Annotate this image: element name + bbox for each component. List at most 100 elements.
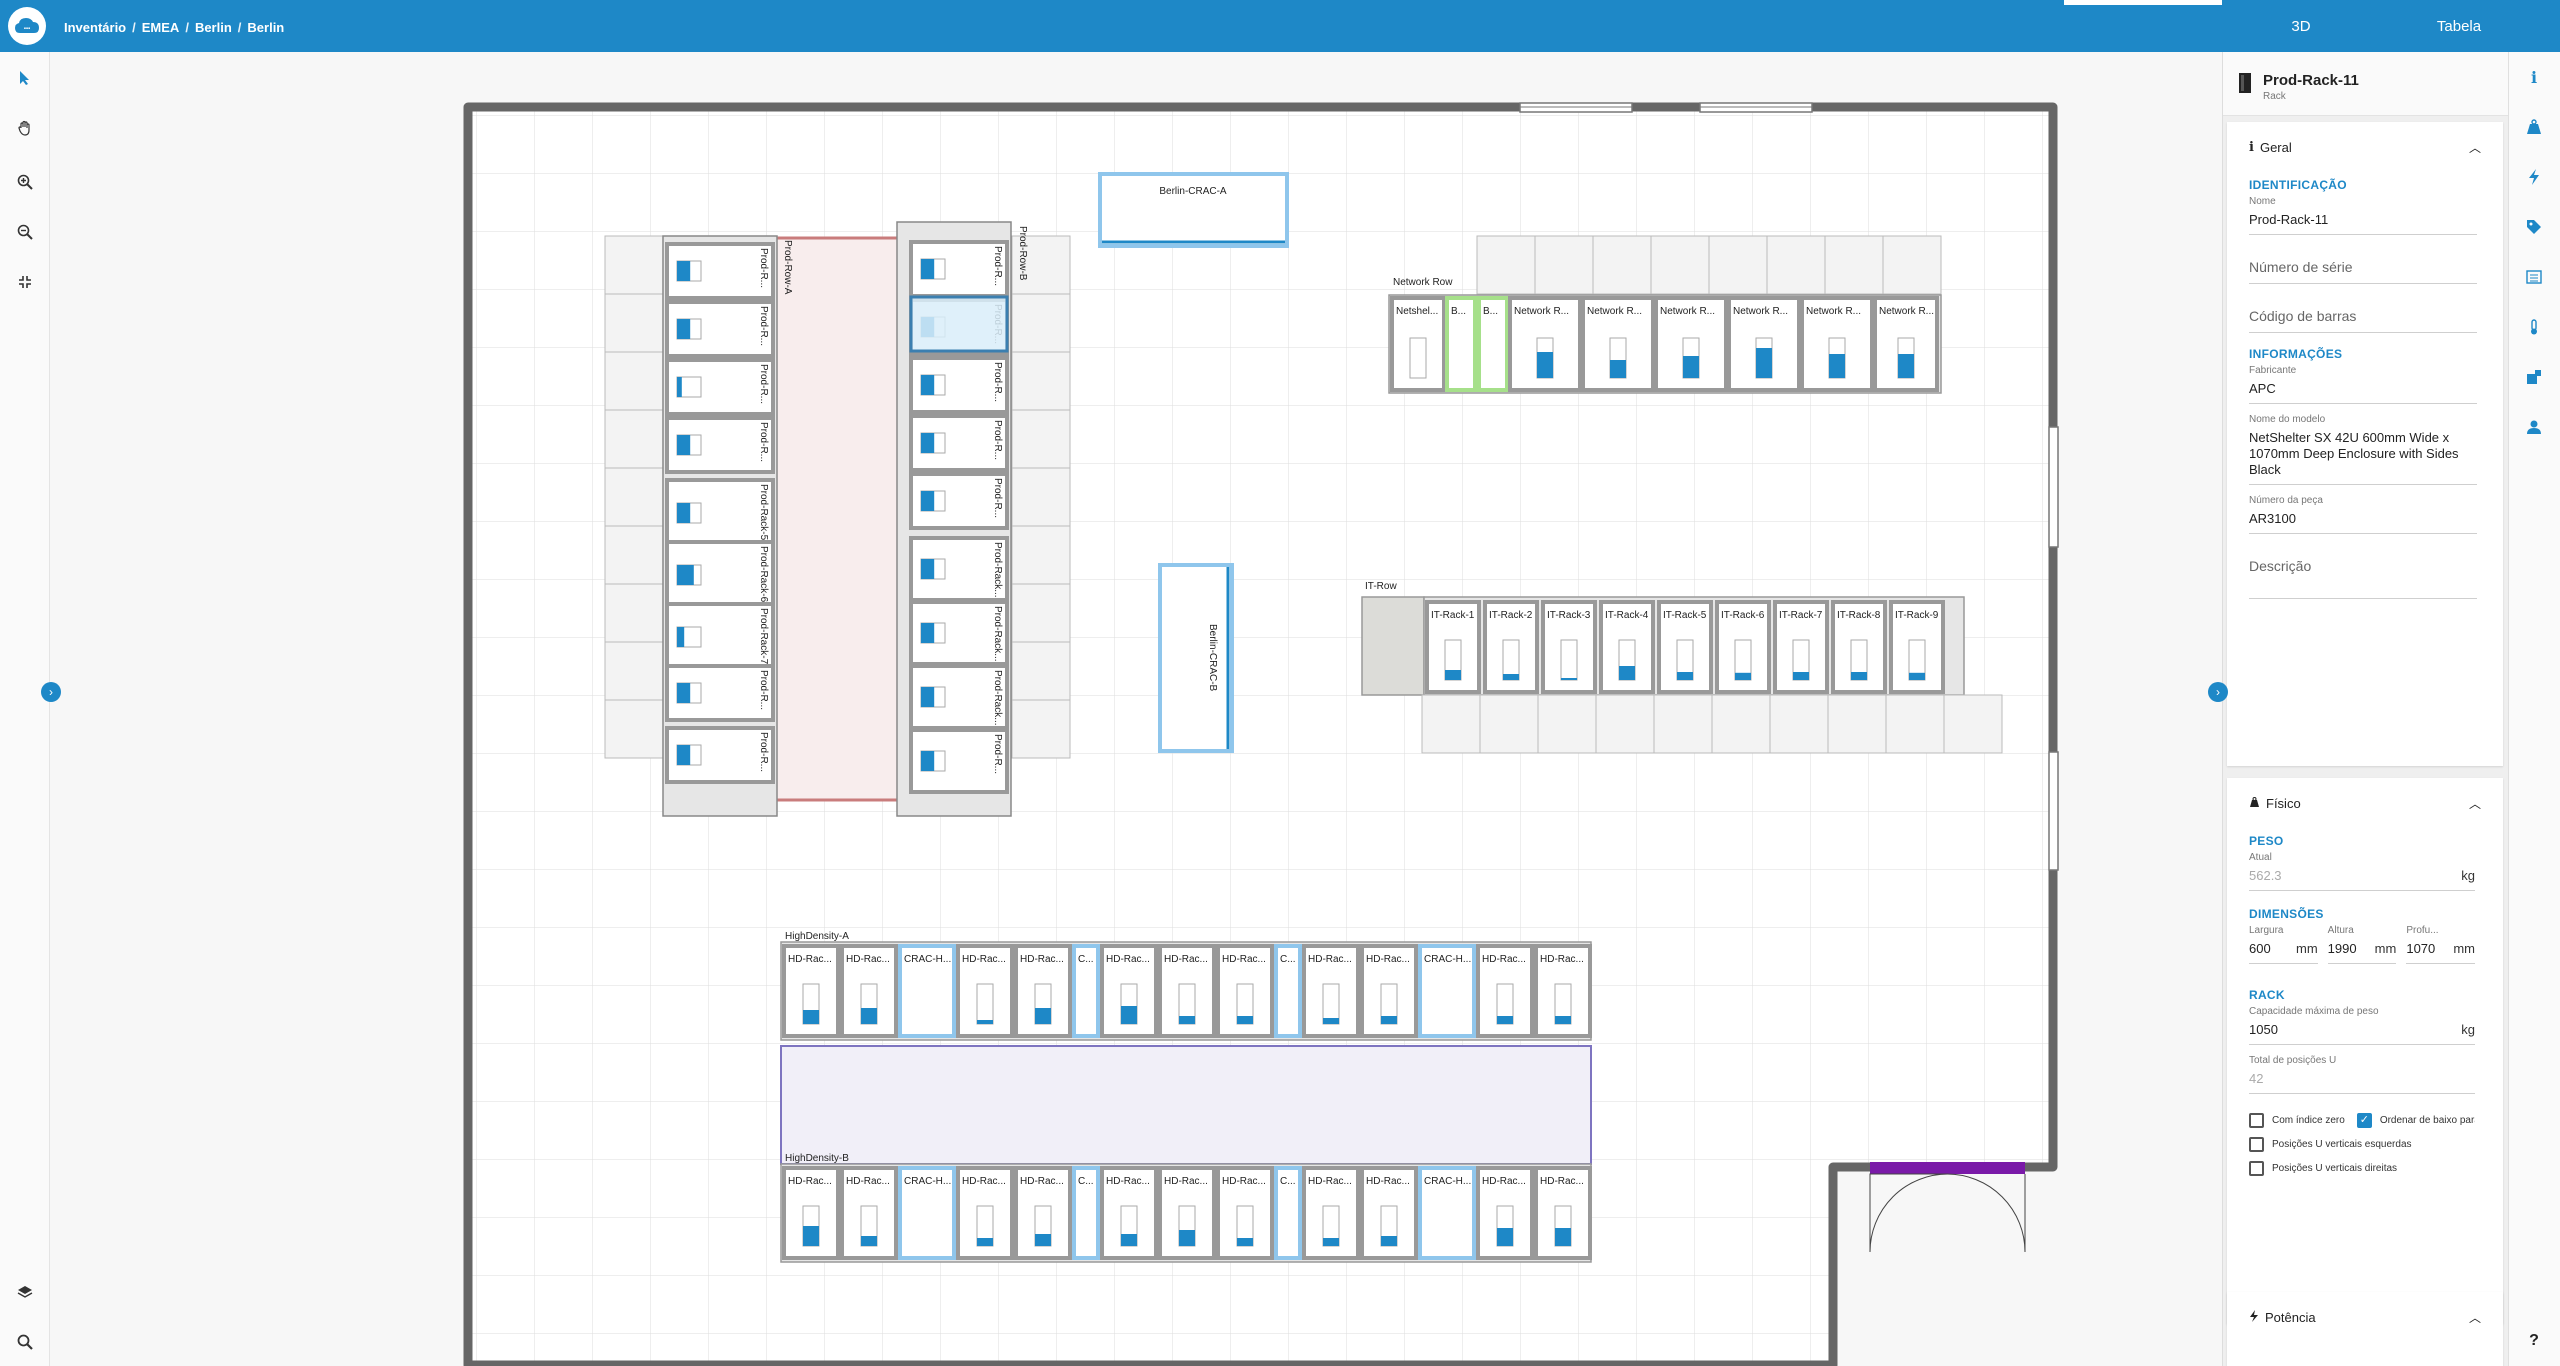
rack-label: Network R... xyxy=(1514,306,1569,317)
rack-label: CRAC-H... xyxy=(1424,1176,1471,1187)
rack-usage-bar xyxy=(861,1236,877,1246)
expand-left-panel-button[interactable]: › xyxy=(41,682,61,702)
checkbox-checked[interactable]: ✓ xyxy=(2356,1112,2372,1128)
crac-unit[interactable] xyxy=(1098,172,1289,248)
checkbox-box[interactable] xyxy=(2249,1112,2264,1128)
indice-zero-label: Com índice zero xyxy=(2272,1114,2345,1126)
breadcrumb-item[interactable]: EMEA xyxy=(142,20,180,35)
rack-label: Prod-R... xyxy=(758,306,769,346)
fabricante-value[interactable]: APC xyxy=(2249,377,2477,403)
rack-label: Prod-R... xyxy=(992,362,1003,402)
capacidade-field[interactable]: Capacidade máxima de peso 1050 kg xyxy=(2249,1006,2475,1045)
power-icon[interactable] xyxy=(2523,166,2545,188)
potencia-header[interactable]: Potência ︿ xyxy=(2227,1292,2503,1342)
floor-plan[interactable]: Berlin-CRAC-A Berlin-CRAC-B Prod-Row-A Prod… xyxy=(50,52,2222,1366)
app-logo[interactable]: ▪▪▪ xyxy=(8,7,46,45)
rack-label: Network R... xyxy=(1733,306,1788,317)
codigo-placeholder[interactable]: Código de barras xyxy=(2249,294,2477,332)
serie-placeholder[interactable]: Número de série xyxy=(2249,245,2477,283)
rack-usage-bar xyxy=(677,319,691,339)
help-icon[interactable]: ? xyxy=(2523,1330,2545,1352)
u-esquerda-checkbox[interactable]: Posições U verticais esquerdas xyxy=(2249,1132,2475,1156)
hot-aisle[interactable] xyxy=(777,238,897,800)
tab-piso[interactable]: Piso xyxy=(2064,0,2222,12)
nome-value[interactable]: Prod-Rack-11 xyxy=(2249,208,2477,234)
layers-icon[interactable] xyxy=(13,1280,37,1304)
rack-usage-bar xyxy=(977,1238,993,1246)
chevron-up-icon[interactable]: ︿ xyxy=(2469,795,2481,812)
breadcrumb-item[interactable]: Berlin xyxy=(247,20,284,35)
pan-hand-icon[interactable] xyxy=(13,116,37,140)
peca-field[interactable]: Número da peça AR3100 xyxy=(2249,495,2477,534)
altura-value[interactable]: 1990 xyxy=(2328,937,2357,963)
largura-field[interactable]: Largura 600 mm xyxy=(2249,925,2318,964)
rack-usage-bar xyxy=(803,1010,819,1024)
nome-label: Nome xyxy=(2249,196,2276,207)
codigo-field[interactable]: Código de barras xyxy=(2249,294,2477,333)
checkbox-box[interactable] xyxy=(2249,1160,2264,1176)
breadcrumb-item[interactable]: Inventário xyxy=(64,20,126,35)
capacidade-label: Capacidade máxima de peso xyxy=(2249,1006,2379,1017)
network-icon[interactable] xyxy=(2523,366,2545,388)
rack-label: C... xyxy=(1280,1176,1296,1187)
zoom-in-icon[interactable] xyxy=(13,170,37,194)
rack-usage-bar xyxy=(1179,1016,1195,1024)
indice-zero-checkbox[interactable]: Com índice zero xyxy=(2249,1108,2345,1132)
rack-usage-bar xyxy=(1237,1016,1253,1024)
geral-header[interactable]: i Geral ︿ xyxy=(2227,122,2503,172)
fit-screen-icon[interactable] xyxy=(13,270,37,294)
geral-card: i Geral ︿ IDENTIFICAÇÃO Nome Prod-Rack-1… xyxy=(2227,122,2503,766)
select-arrow-icon[interactable] xyxy=(13,66,37,90)
zoom-out-icon[interactable] xyxy=(13,220,37,244)
chevron-up-icon[interactable]: ︿ xyxy=(2469,1309,2481,1326)
checkbox-box[interactable] xyxy=(2249,1136,2264,1152)
prof-value[interactable]: 1070 xyxy=(2406,937,2435,963)
user-icon[interactable] xyxy=(2523,416,2545,438)
altura-field[interactable]: Altura 1990 mm xyxy=(2327,925,2397,964)
serie-field[interactable]: Número de série xyxy=(2249,245,2477,284)
floor-tile xyxy=(1824,235,1884,295)
it-row-end[interactable] xyxy=(1361,596,1425,696)
nome-field[interactable]: Nome Prod-Rack-11 xyxy=(2249,196,2477,235)
fisico-header[interactable]: Físico ︿ xyxy=(2227,778,2503,828)
mm-unit: mm xyxy=(2296,941,2318,956)
chevron-up-icon[interactable]: ︿ xyxy=(2469,139,2481,156)
tag-icon[interactable] xyxy=(2523,216,2545,238)
u-direita-checkbox[interactable]: Posições U verticais direitas xyxy=(2249,1156,2475,1180)
modelo-field[interactable]: Nome do modelo NetShelter SX 42U 600mm W… xyxy=(2249,414,2477,485)
rack-label: Prod-R... xyxy=(992,420,1003,460)
fabricante-field[interactable]: Fabricante APC xyxy=(2249,365,2477,404)
profundidade-field[interactable]: Profu... 1070 mm xyxy=(2406,925,2476,964)
floor-tile xyxy=(1766,235,1826,295)
rack-usage-bar xyxy=(1537,352,1553,378)
selected-rack-highlight[interactable] xyxy=(909,295,1009,353)
potencia-card: Potência ︿ xyxy=(2227,1292,2503,1366)
cold-aisle[interactable] xyxy=(780,1045,1592,1165)
modelo-value[interactable]: NetShelter SX 42U 600mm Wide x 1070mm De… xyxy=(2249,426,2477,484)
rack-usage-bar xyxy=(1497,1228,1513,1246)
floor-canvas[interactable]: Berlin-CRAC-A Berlin-CRAC-B Prod-Row-A Prod… xyxy=(50,52,2222,1366)
door-frame[interactable] xyxy=(1870,1162,2025,1174)
rack-label: HD-Rac... xyxy=(1308,1176,1352,1187)
temperature-icon[interactable] xyxy=(2523,316,2545,338)
info-icon[interactable]: i xyxy=(2523,66,2545,88)
rack-usage-bar xyxy=(1555,1016,1571,1024)
descricao-field[interactable]: Descrição xyxy=(2249,544,2477,599)
crac-unit[interactable] xyxy=(1158,563,1234,753)
breadcrumb-item[interactable]: Berlin xyxy=(195,20,232,35)
peca-value[interactable]: AR3100 xyxy=(2249,507,2477,533)
rack-label: Network R... xyxy=(1587,306,1642,317)
descricao-placeholder[interactable]: Descrição xyxy=(2249,544,2477,598)
weight-icon[interactable] xyxy=(2523,116,2545,138)
list-icon[interactable] xyxy=(2523,266,2545,288)
ordenar-checkbox[interactable]: ✓ Ordenar de baixo para cima xyxy=(2356,1108,2475,1132)
capacidade-value[interactable]: 1050 xyxy=(2249,1018,2278,1044)
largura-value[interactable]: 600 xyxy=(2249,937,2271,963)
window xyxy=(2048,426,2059,548)
tab-tabela[interactable]: Tabela xyxy=(2380,0,2538,52)
search-icon[interactable] xyxy=(13,1330,37,1354)
mm-unit: mm xyxy=(2453,941,2476,956)
rack-label: Prod-R... xyxy=(992,246,1003,286)
expand-right-panel-button[interactable]: › xyxy=(2208,682,2228,702)
tab-3d[interactable]: 3D xyxy=(2222,0,2380,52)
